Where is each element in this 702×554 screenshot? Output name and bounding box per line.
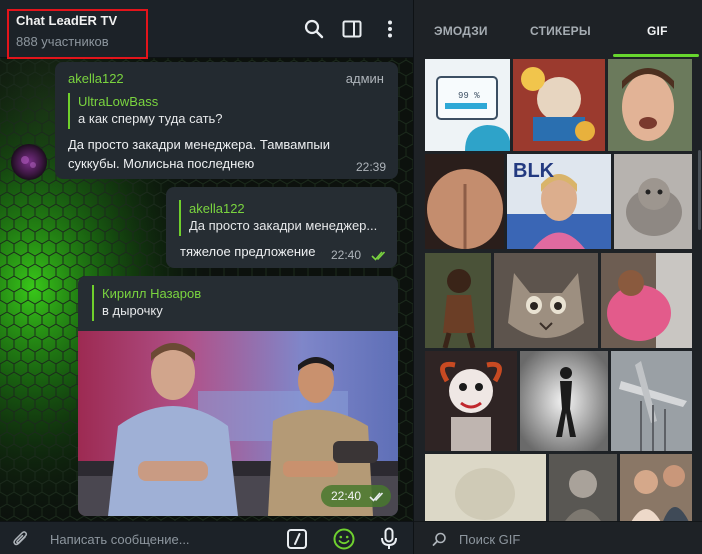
gif-image (620, 454, 692, 521)
gif-thumbnail[interactable] (494, 253, 598, 348)
message-time: 22:40 (331, 248, 362, 262)
gif-thumbnail[interactable] (620, 454, 692, 521)
gif-image (601, 253, 692, 348)
message-sender[interactable]: akella122 (68, 71, 124, 86)
tab-emoji[interactable]: ЭМОДЗИ (434, 24, 488, 38)
reply-author: UltraLowBass (78, 94, 159, 109)
gif-image (520, 351, 608, 451)
gif-search-input[interactable] (459, 530, 679, 548)
paperclip-icon[interactable] (12, 530, 30, 548)
admin-badge: админ (345, 71, 384, 86)
gif-thumbnail[interactable] (614, 154, 692, 249)
gif-thumbnail[interactable]: BLK (507, 154, 611, 249)
more-vertical-icon[interactable] (380, 19, 400, 39)
bot-command-icon[interactable] (287, 529, 307, 549)
gif-thumbnail[interactable] (425, 351, 517, 451)
chat-header: Chat LeadER TV 888 участников (0, 0, 413, 59)
chat-pane: Chat LeadER TV 888 участников akella122 … (0, 0, 413, 554)
gif-caption: BLK (513, 160, 555, 182)
gif-caption: 99 % (458, 91, 480, 101)
message-composer (0, 521, 413, 554)
avatar[interactable] (11, 144, 47, 180)
reply-text: в дырочку (102, 303, 163, 318)
gif-thumbnail[interactable] (601, 253, 692, 348)
gif-image (425, 351, 517, 451)
message-time: 22:39 (356, 160, 387, 174)
gif-thumbnail[interactable]: 99 % (425, 59, 510, 151)
gif-image (425, 454, 546, 521)
message-text: тяжелое предложение (180, 244, 316, 259)
gif-search-icon (432, 532, 446, 546)
emoji-icon[interactable] (333, 528, 355, 550)
gif-image (614, 154, 692, 249)
gif-image (436, 76, 510, 151)
gif-image (425, 253, 491, 348)
gif-thumbnail[interactable] (425, 253, 491, 348)
tab-gif[interactable]: GIF (647, 24, 668, 38)
reply-author: akella122 (189, 201, 245, 216)
gif-thumbnail[interactable] (549, 454, 617, 521)
reply-quote[interactable]: UltraLowBass а как сперму туда сать? (68, 93, 368, 129)
message-bubble[interactable]: akella122 админ UltraLowBass а как сперм… (55, 62, 398, 179)
sidebar-toggle-icon[interactable] (342, 19, 362, 39)
message-time: 22:40 (331, 489, 362, 503)
gif-grid: 99 % BLK (425, 57, 695, 521)
microphone-icon[interactable] (380, 527, 398, 551)
read-checks-icon (371, 251, 386, 261)
reply-quote[interactable]: akella122 Да просто закадри менеджер... (179, 200, 389, 236)
gif-image (513, 59, 605, 151)
gif-thumbnail[interactable] (611, 351, 692, 451)
message-input[interactable] (50, 530, 270, 548)
chat-title[interactable]: Chat LeadER TV (16, 13, 117, 28)
reply-author: Кирилл Назаров (102, 286, 202, 301)
member-count[interactable]: 888 участников (16, 34, 109, 49)
gif-image (425, 154, 504, 249)
gif-thumbnail[interactable] (425, 454, 546, 521)
message-bubble-outgoing[interactable]: Кирилл Назаров в дырочку 22:40 (78, 276, 398, 516)
message-text-line: Да просто закадри менеджера. Тамвампыи (68, 137, 330, 152)
reply-text: Да просто закадри менеджер... (189, 218, 378, 233)
gif-thumbnail[interactable] (520, 351, 608, 451)
message-bubble-outgoing[interactable]: akella122 Да просто закадри менеджер... … (166, 187, 397, 268)
emoji-sticker-gif-panel: ЭМОДЗИ СТИКЕРЫ GIF 99 % BLK Поиск GIF (413, 0, 702, 554)
message-text-line: суккубы. Молисьна последнею (68, 156, 255, 171)
read-checks-icon (369, 492, 384, 502)
gif-thumbnail[interactable] (608, 59, 692, 151)
gif-image (611, 351, 692, 451)
gif-image (549, 454, 617, 521)
gif-image (608, 59, 692, 151)
reply-quote[interactable]: Кирилл Назаров в дырочку (92, 285, 382, 321)
gif-thumbnail[interactable] (425, 154, 504, 249)
gif-panel-scrollbar[interactable] (698, 150, 701, 230)
gif-search-bar (414, 521, 702, 554)
gif-thumbnail[interactable] (513, 59, 605, 151)
reply-text: а как сперму туда сать? (78, 111, 223, 126)
search-icon[interactable] (304, 19, 324, 39)
tab-stickers[interactable]: СТИКЕРЫ (530, 24, 591, 38)
gif-image (494, 253, 598, 348)
